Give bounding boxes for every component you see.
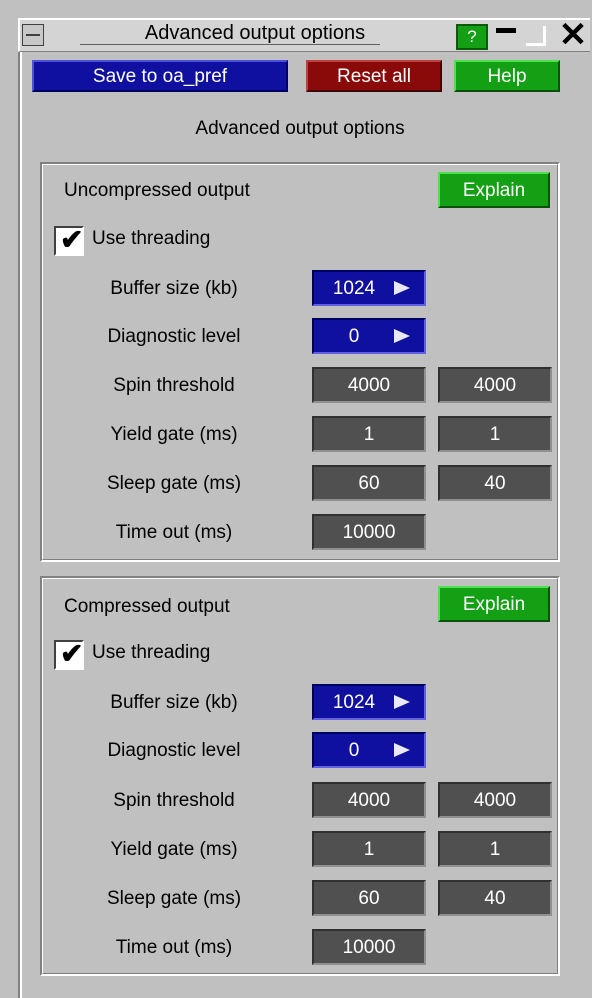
buffer-size-value: 1024 [332,692,376,713]
dropdown-arrow-icon [394,281,410,295]
panel-heading: Compressed output [64,596,230,617]
help-button[interactable]: Help [454,60,560,92]
buffer-size-label: Buffer size (kb) [110,692,238,713]
title-underline [80,44,380,45]
window-menu-icon[interactable] [22,24,44,46]
yield-gate-field-2[interactable]: 1 [438,416,552,452]
timeout-field[interactable]: 10000 [312,929,426,965]
sleep-gate-field-2[interactable]: 40 [438,880,552,916]
window-title: Advanced output options [144,22,366,44]
help-question-button[interactable]: ? [456,24,488,50]
buffer-size-select[interactable]: 1024 [312,270,426,306]
close-icon[interactable]: ✕ [556,18,590,52]
timeout-label: Time out (ms) [115,522,233,543]
use-threading-checkbox[interactable]: ✔ [54,224,84,256]
buffer-size-label: Buffer size (kb) [110,278,238,299]
spin-threshold-label: Spin threshold [113,375,235,396]
sleep-gate-field-1[interactable]: 60 [312,880,426,916]
sleep-gate-label: Sleep gate (ms) [106,473,242,494]
dropdown-arrow-icon [394,695,410,709]
diagnostic-level-label: Diagnostic level [107,740,241,761]
compressed-output-panel [40,576,560,976]
use-threading-label: Use threading [92,642,211,663]
timeout-field[interactable]: 10000 [312,514,426,550]
diagnostic-level-label: Diagnostic level [107,326,241,347]
spin-threshold-label: Spin threshold [113,790,235,811]
sleep-gate-field-1[interactable]: 60 [312,465,426,501]
yield-gate-field-2[interactable]: 1 [438,831,552,867]
diagnostic-level-select[interactable]: 0 [312,318,426,354]
page-subtitle: Advanced output options [195,118,405,139]
dropdown-arrow-icon [394,743,410,757]
panel-heading: Uncompressed output [64,180,250,201]
buffer-size-value: 1024 [332,278,376,299]
timeout-label: Time out (ms) [115,937,233,958]
save-to-pref-button[interactable]: Save to oa_pref [32,60,288,92]
spin-threshold-field-1[interactable]: 4000 [312,782,426,818]
yield-gate-label: Yield gate (ms) [110,424,238,445]
spin-threshold-field-2[interactable]: 4000 [438,367,552,403]
maximize-icon[interactable] [524,24,550,50]
sleep-gate-label: Sleep gate (ms) [106,888,242,909]
dropdown-arrow-icon [394,329,410,343]
window-left-highlight [20,52,22,998]
sleep-gate-field-2[interactable]: 40 [438,465,552,501]
checkmark-icon: ✔ [60,638,84,669]
explain-button[interactable]: Explain [438,586,550,622]
diagnostic-level-value: 0 [348,740,360,761]
yield-gate-field-1[interactable]: 1 [312,831,426,867]
diagnostic-level-select[interactable]: 0 [312,732,426,768]
minimize-icon[interactable] [494,24,518,50]
use-threading-checkbox[interactable]: ✔ [54,638,84,670]
diagnostic-level-value: 0 [348,326,360,347]
spin-threshold-field-1[interactable]: 4000 [312,367,426,403]
uncompressed-output-panel [40,162,560,562]
use-threading-label: Use threading [92,228,211,249]
spin-threshold-field-2[interactable]: 4000 [438,782,552,818]
yield-gate-field-1[interactable]: 1 [312,416,426,452]
reset-all-button[interactable]: Reset all [306,60,442,92]
checkmark-icon: ✔ [60,224,84,255]
explain-button[interactable]: Explain [438,172,550,208]
yield-gate-label: Yield gate (ms) [110,839,238,860]
buffer-size-select[interactable]: 1024 [312,684,426,720]
